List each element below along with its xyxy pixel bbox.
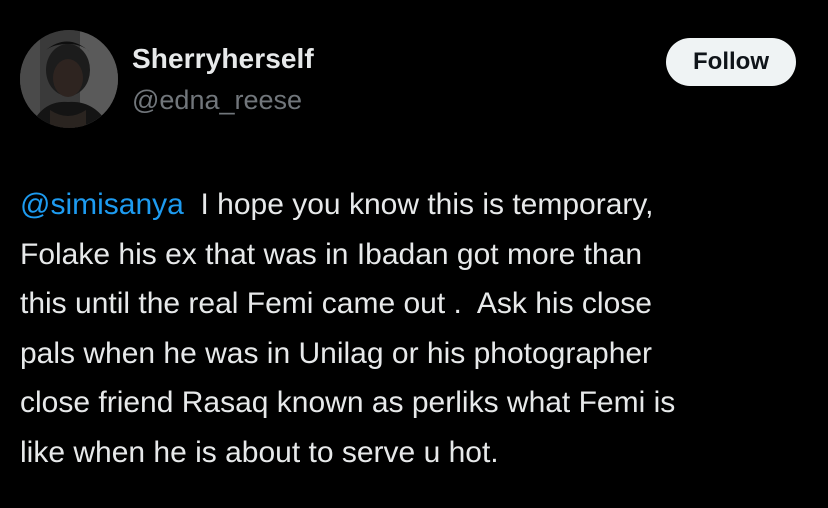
mention-link[interactable]: @simisanya [20, 188, 184, 221]
avatar[interactable] [20, 30, 118, 128]
tweet-text-content: I hope you know this is temporary, Folak… [20, 188, 676, 469]
follow-button[interactable]: Follow [666, 38, 796, 86]
tweet-text: @simisanya I hope you know this is tempo… [20, 180, 810, 477]
display-name[interactable]: Sherryherself [132, 43, 314, 75]
tweet-header: Sherryherself @edna_reese Follow [20, 30, 796, 134]
user-handle[interactable]: @edna_reese [132, 85, 302, 116]
avatar-image [20, 30, 118, 128]
